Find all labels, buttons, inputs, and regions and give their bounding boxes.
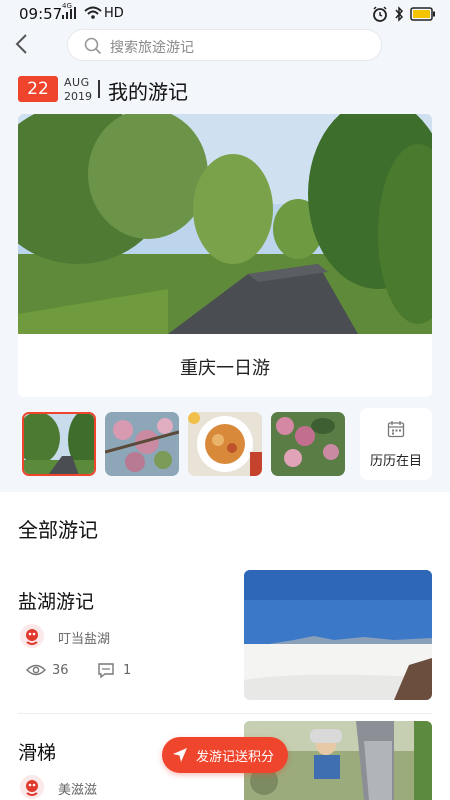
hero-image [18, 114, 432, 334]
thumbnail-flowers[interactable] [271, 412, 345, 476]
search-placeholder: 搜索旅途游记 [110, 40, 194, 56]
battery-icon [410, 7, 435, 21]
hero-caption: 重庆一日游 [180, 358, 270, 379]
thumbnail-food[interactable] [188, 412, 262, 476]
calendar-icon [387, 421, 405, 438]
send-icon [173, 748, 187, 762]
journal-title[interactable]: 盐湖游记 [18, 587, 94, 614]
eye-icon [26, 664, 46, 676]
date-day-badge: 22 [18, 76, 58, 102]
calendar-label: 历历在目 [369, 454, 422, 469]
journal-image[interactable] [244, 570, 432, 700]
status-time: 09:57 [19, 5, 63, 23]
thumbnail-blossom[interactable] [105, 412, 179, 476]
back-button[interactable] [12, 32, 34, 56]
title-divider [98, 80, 100, 98]
post-journal-button[interactable]: 发游记送积分 [162, 737, 288, 773]
journal-title[interactable]: 滑梯 [18, 738, 56, 765]
date-year: 2019 [64, 90, 92, 103]
comment-icon[interactable] [97, 662, 115, 679]
search-icon [84, 37, 102, 55]
author-name[interactable]: 叮当盐湖 [58, 628, 110, 647]
network-label: HD [104, 6, 124, 21]
search-input[interactable]: 搜索旅途游记 [67, 29, 382, 61]
page-title: 我的游记 [108, 80, 188, 104]
view-count: 36 [52, 663, 69, 678]
author-name[interactable]: 美滋滋 [58, 779, 97, 798]
hero-card[interactable]: 重庆一日游 [18, 114, 432, 397]
post-journal-label: 发游记送积分 [196, 750, 275, 765]
alarm-icon [373, 6, 387, 22]
bluetooth-icon [395, 6, 404, 22]
status-bar: 09:57 4G HD [0, 0, 450, 28]
thumbnail-road[interactable] [22, 412, 96, 476]
comment-count: 1 [123, 663, 132, 678]
calendar-button[interactable]: 历历在目 [360, 408, 432, 480]
signal-label: 4G [62, 2, 72, 10]
section-title: 全部游记 [18, 518, 98, 542]
avatar[interactable] [20, 775, 44, 799]
avatar[interactable] [20, 624, 44, 648]
wifi-icon [84, 6, 102, 19]
list-divider [18, 713, 432, 714]
date-month: AUG [64, 76, 90, 89]
